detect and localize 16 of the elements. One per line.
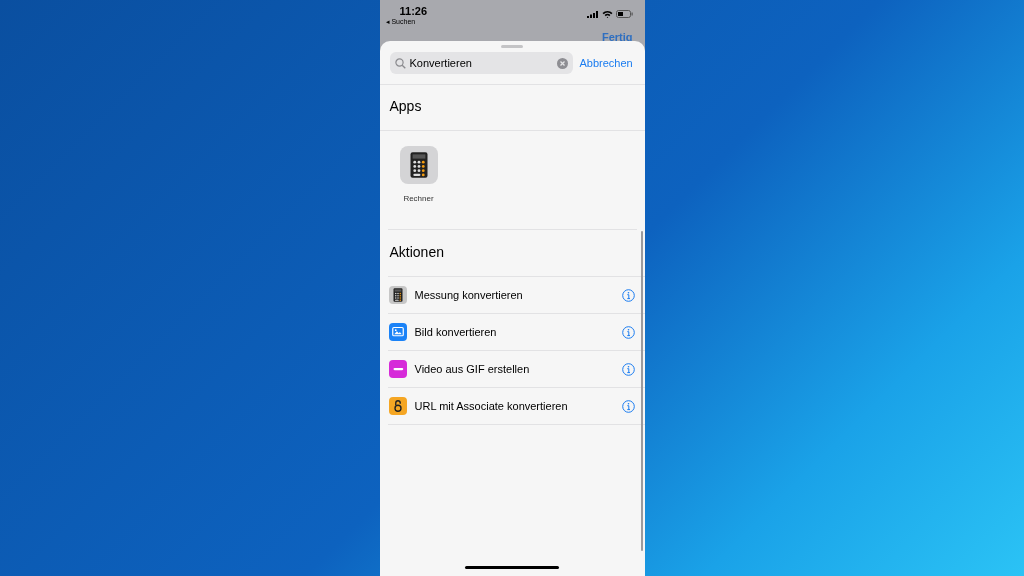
- signal-icon: [586, 10, 599, 18]
- info-icon[interactable]: [621, 362, 635, 376]
- clear-icon[interactable]: [556, 57, 568, 69]
- app-label: Rechner: [403, 193, 434, 205]
- wifi-icon: [601, 10, 613, 18]
- info-icon[interactable]: [621, 325, 635, 339]
- search-field[interactable]: Konvertieren: [389, 52, 573, 74]
- section-title: Apps: [389, 98, 422, 114]
- clock: 11:26: [398, 5, 428, 17]
- app-icon[interactable]: [399, 146, 438, 184]
- battery-icon: [615, 10, 633, 18]
- search-icon: [394, 57, 406, 69]
- cancel-button[interactable]: Abbrechen: [579, 54, 633, 72]
- info-icon[interactable]: [621, 399, 635, 413]
- section-title: Aktionen: [389, 244, 444, 260]
- info-icon[interactable]: [621, 288, 635, 302]
